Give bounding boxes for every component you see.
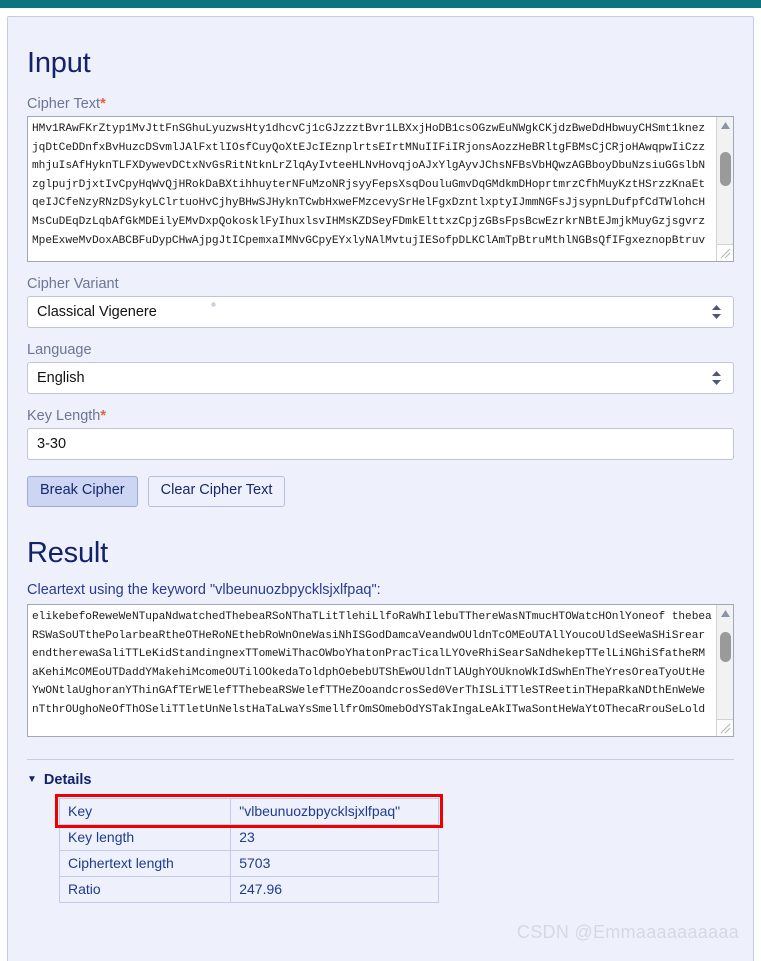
details-value-cell: 5703 <box>230 849 439 877</box>
cipher-scroll-thumb[interactable] <box>720 152 731 186</box>
result-caption: Cleartext using the keyword "vlbeunuozbp… <box>27 581 381 598</box>
cipher-text-scrollbar[interactable] <box>716 117 733 261</box>
table-row: Key "vlbeunuozbpycklsjxlfpaq" <box>58 797 439 825</box>
result-text-resize-handle[interactable] <box>716 718 733 736</box>
cipher-text-area-wrapper <box>27 116 734 262</box>
cipher-variant-label: Cipher Variant <box>27 276 119 292</box>
required-asterisk: * <box>100 408 107 424</box>
key-length-label: Key Length* <box>27 408 742 424</box>
details-table: Key "vlbeunuozbpycklsjxlfpaq" Key length… <box>58 797 439 903</box>
cipher-variant-select[interactable]: Classical Vigenere <box>27 296 734 328</box>
cipher-scroll-track[interactable] <box>717 134 733 244</box>
required-asterisk: * <box>100 96 106 112</box>
cipher-text-resize-handle[interactable] <box>716 244 733 261</box>
break-cipher-button[interactable]: Break Cipher <box>27 476 138 507</box>
cipher-variant-wrapper: Classical Vigenere <box>27 296 734 328</box>
action-button-row: Break Cipher Clear Cipher Text <box>27 476 734 507</box>
details-table-wrapper: Key "vlbeunuozbpycklsjxlfpaq" Key length… <box>55 793 443 903</box>
cipher-tool-card: Input Cipher Text* HMv1RAwFKrZtyp1MvJttF… <box>7 16 754 961</box>
table-row: Ratio 247.96 <box>58 875 439 903</box>
details-key-cell: Ratio <box>58 875 232 903</box>
result-scroll-track[interactable] <box>717 622 733 719</box>
clear-cipher-text-button[interactable]: Clear Cipher Text <box>147 476 286 507</box>
table-row: Ciphertext length 5703 <box>58 849 439 877</box>
details-value-cell: "vlbeunuozbpycklsjxlfpaq" <box>230 797 439 825</box>
page-title: Input <box>27 47 91 79</box>
top-accent-bar <box>0 0 761 8</box>
triangle-down-icon: ▼ <box>27 773 37 785</box>
watermark-text: CSDN @Emmaaaaaaaaaa <box>516 922 739 942</box>
details-value-cell: 23 <box>230 823 439 851</box>
result-scroll-thumb[interactable] <box>720 631 731 662</box>
details-key-cell: Ciphertext length <box>58 849 232 877</box>
key-length-label-text: Key Length <box>27 408 101 424</box>
key-length-input[interactable] <box>27 428 734 460</box>
language-label: Language <box>27 342 92 358</box>
result-text-area-wrapper <box>27 603 734 737</box>
cipher-text-label-text: Cipher Text <box>27 96 101 112</box>
section-divider <box>27 758 734 760</box>
scroll-up-icon[interactable] <box>717 605 734 622</box>
result-scrollbar[interactable] <box>716 604 734 736</box>
cleartext-output[interactable] <box>27 603 734 737</box>
details-value-cell: 247.96 <box>230 875 439 903</box>
table-row: Key length 23 <box>58 823 439 851</box>
result-title: Result <box>27 536 108 569</box>
details-table-body: Key "vlbeunuozbpycklsjxlfpaq" Key length… <box>58 797 439 903</box>
scroll-up-icon[interactable] <box>717 117 734 134</box>
details-key-cell: Key <box>58 797 232 825</box>
details-label: Details <box>43 771 92 788</box>
details-disclosure-toggle[interactable]: ▼ Details <box>27 772 91 788</box>
cipher-text-input[interactable] <box>27 116 734 262</box>
language-wrapper: English <box>27 362 734 394</box>
details-key-cell: Key length <box>58 823 232 851</box>
cipher-text-label: Cipher Text* <box>27 96 742 112</box>
language-select[interactable]: English <box>27 362 734 394</box>
page-root: Input Cipher Text* HMv1RAwFKrZtyp1MvJttF… <box>0 0 761 961</box>
